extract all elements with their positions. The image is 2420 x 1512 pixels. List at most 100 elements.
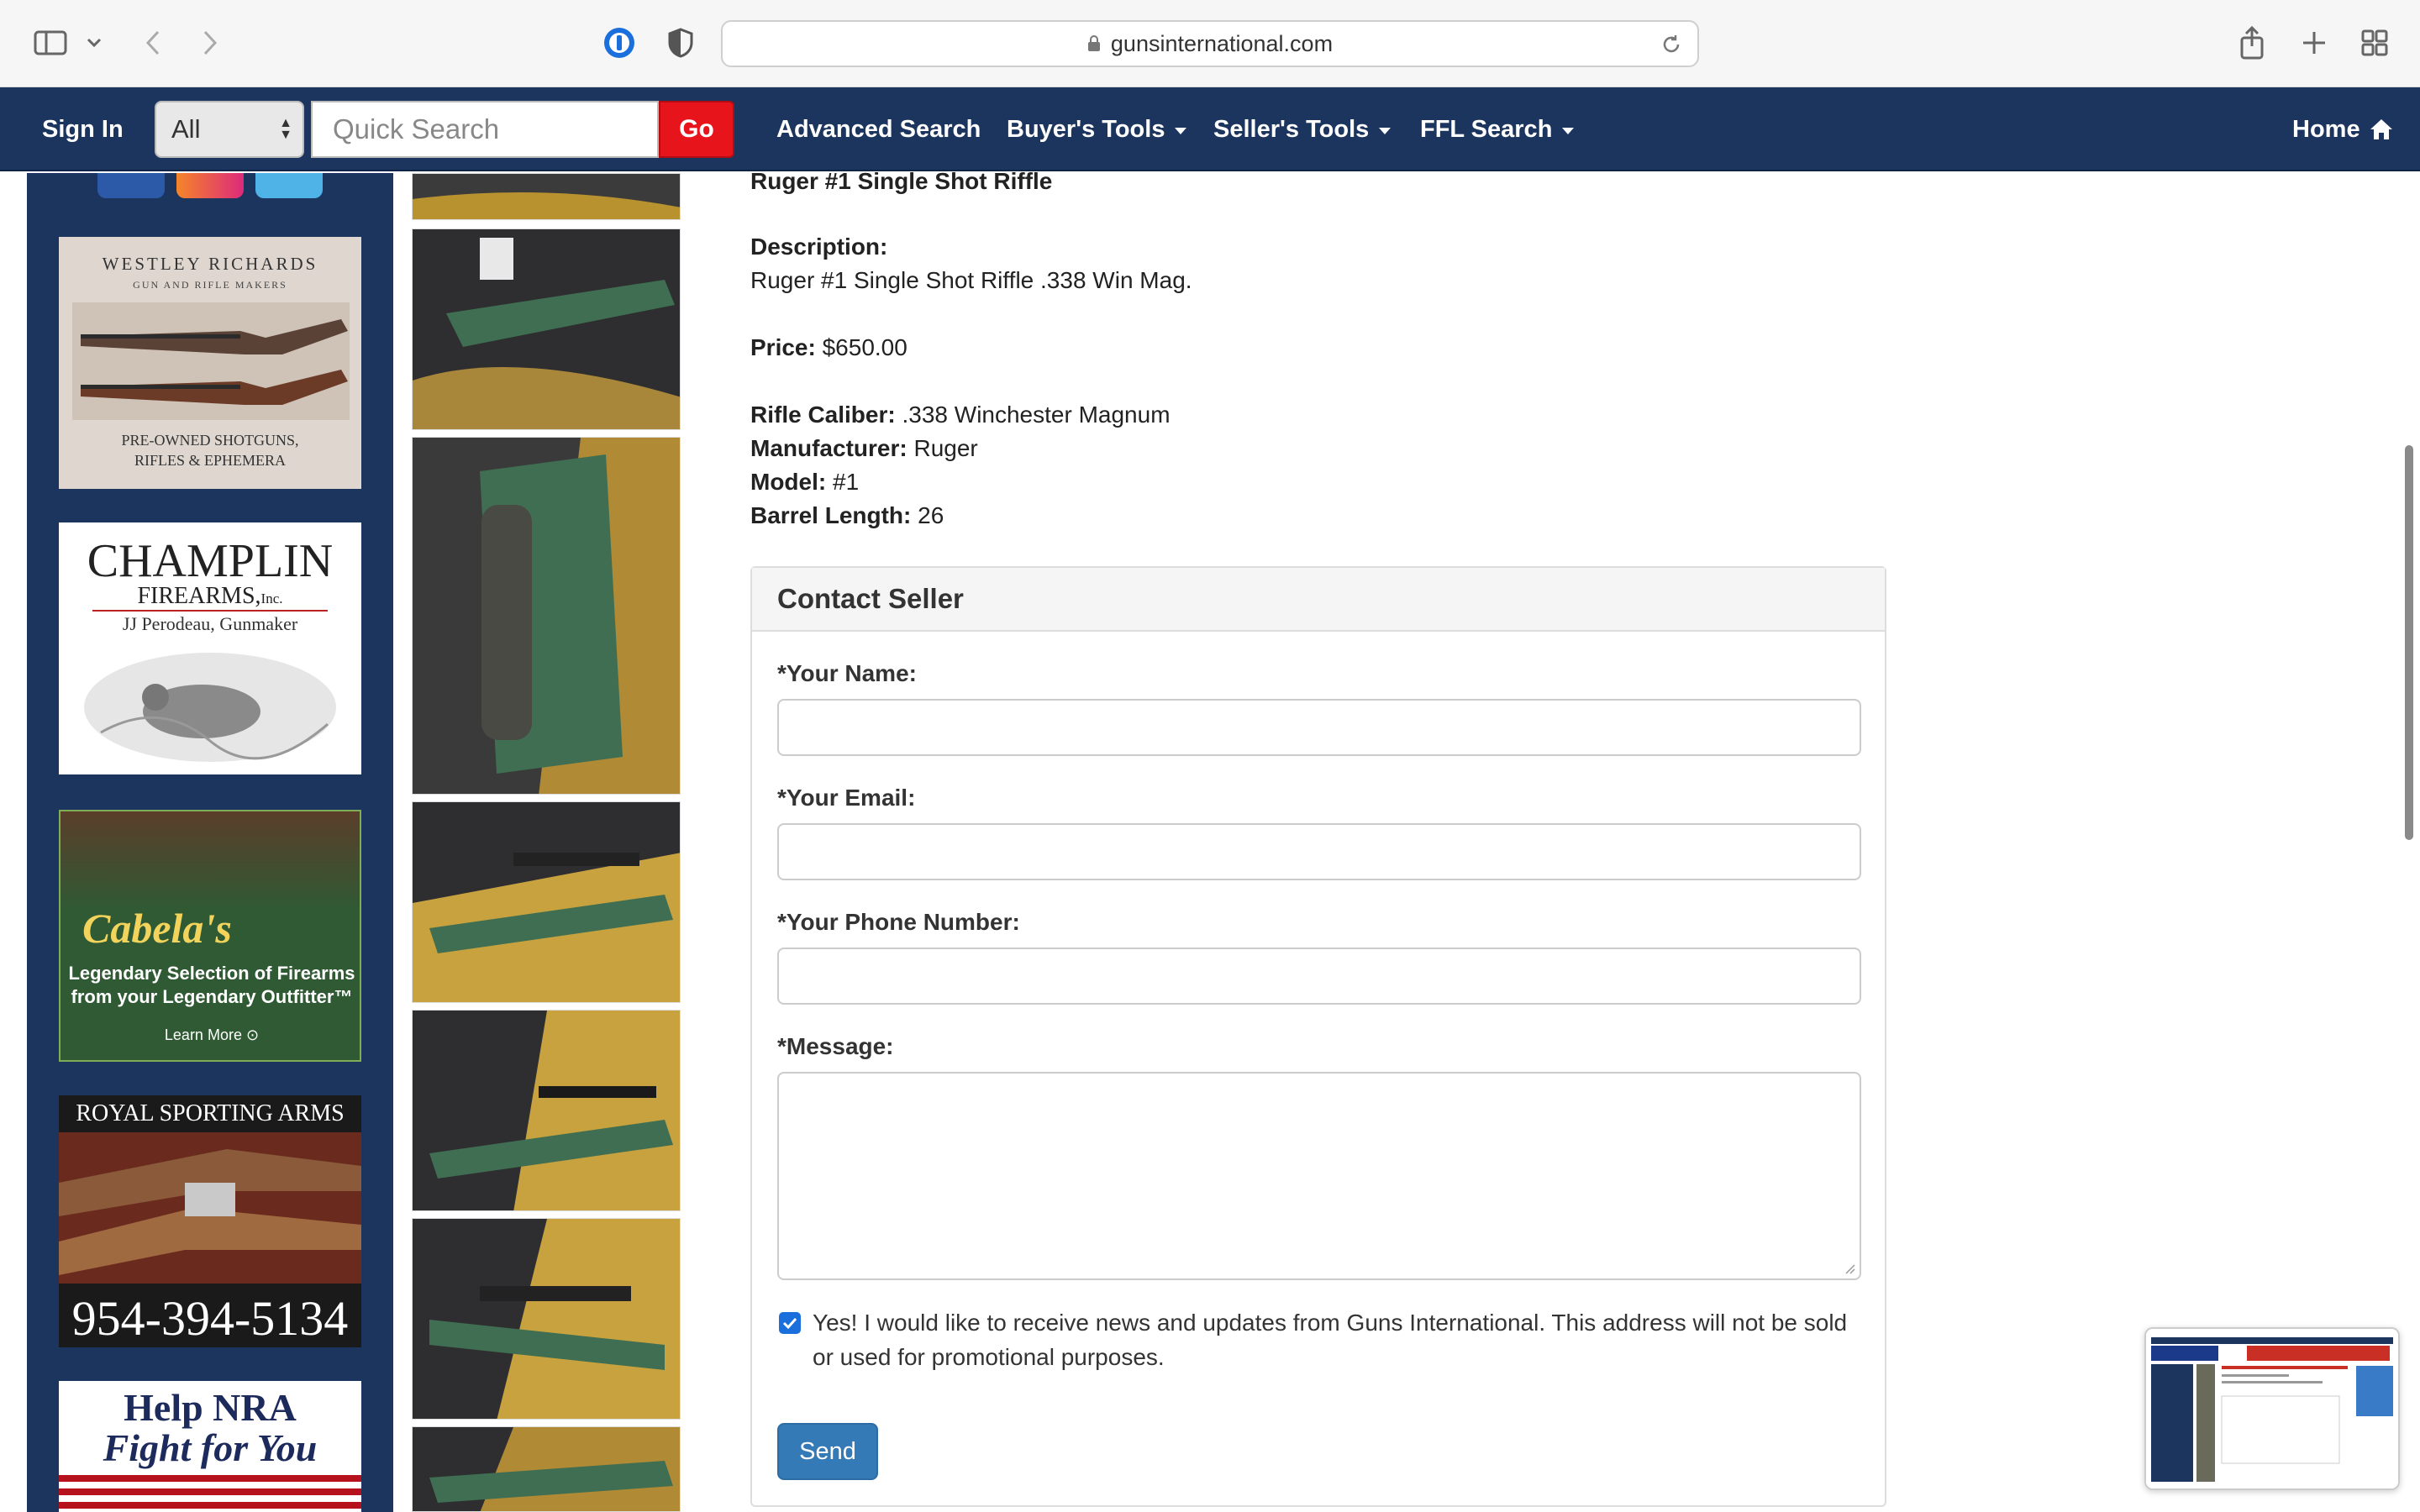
newsletter-optin-text: Yes! I would like to receive news and up… [813, 1310, 1848, 1370]
photo-thumbnail[interactable] [412, 1010, 681, 1211]
manufacturer-row: Manufacturer: Ruger [750, 432, 978, 465]
barrel-row: Barrel Length: 26 [750, 499, 944, 533]
ad-line1: Legendary Selection of Firearms [68, 963, 355, 984]
email-field[interactable] [777, 823, 1861, 880]
ad-cta: Learn More ⊙ [60, 1026, 360, 1044]
model-row: Model: #1 [750, 465, 859, 499]
ad-title: CHAMPLIN [87, 535, 334, 587]
category-select-value: All [171, 114, 201, 144]
photo-thumbnail[interactable] [412, 437, 681, 795]
photo-thumbnail[interactable] [412, 1426, 681, 1512]
name-label: *Your Name: [777, 660, 917, 686]
newsletter-checkbox[interactable] [779, 1312, 801, 1334]
flag-stripes [59, 1475, 361, 1512]
ad-maker: JJ Perodeau, Gunmaker [122, 613, 298, 634]
play-circle-icon: ⊙ [245, 1026, 260, 1043]
message-label: *Message: [777, 1033, 894, 1059]
twitter-icon[interactable] [255, 173, 323, 198]
ffl-search-label: FFL Search [1420, 115, 1553, 143]
price-value: $650.00 [822, 334, 908, 360]
divider [92, 610, 328, 612]
ad-title: WESTLEY RICHARDS [102, 254, 318, 274]
browser-toolbar: gunsinternational.com [0, 0, 2420, 87]
resize-handle-icon[interactable] [1844, 1263, 1856, 1275]
reload-icon[interactable] [1660, 34, 1682, 60]
home-link[interactable]: Home [2292, 87, 2394, 171]
champlin-firearms-ad[interactable]: CHAMPLIN FIREARMS,Inc. JJ Perodeau, Gunm… [59, 522, 361, 774]
nra-ad[interactable]: Help NRA Fight for You [59, 1381, 361, 1512]
caret-down-icon [1562, 128, 1575, 134]
ad-line2: from your Legendary Outfitter™ [71, 986, 353, 1007]
quick-search-input[interactable]: Quick Search [311, 101, 659, 158]
photo-thumbnail[interactable] [412, 228, 681, 430]
forward-arrow-icon[interactable] [198, 24, 222, 62]
chevron-down-icon[interactable] [84, 24, 104, 62]
listing-title: Ruger #1 Single Shot Riffle [750, 168, 1053, 194]
ad-line2: Fight for You [103, 1426, 318, 1469]
price-row: Price: $650.00 [750, 331, 908, 365]
barrel-value: 26 [918, 502, 944, 528]
home-icon [2369, 118, 2394, 141]
ad-phone: 954-394-5134 [71, 1291, 349, 1346]
phone-label: *Your Phone Number: [777, 909, 1020, 935]
go-button[interactable]: Go [659, 101, 734, 158]
barrel-label: Barrel Length: [750, 502, 912, 528]
message-field[interactable] [777, 1072, 1861, 1280]
photo-thumbnail[interactable] [412, 1218, 681, 1420]
sign-in-link[interactable]: Sign In [42, 87, 124, 171]
home-label: Home [2292, 115, 2360, 143]
ad-title: ROYAL SPORTING ARMS [76, 1100, 345, 1126]
facebook-icon[interactable] [97, 173, 165, 198]
lock-icon [1087, 35, 1101, 52]
ad-footer-line2: RIFLES & EPHEMERA [134, 452, 287, 469]
caliber-row: Rifle Caliber: .338 Winchester Magnum [750, 398, 1171, 432]
buyers-tools-menu[interactable]: Buyer's Tools [1007, 87, 1187, 171]
left-sidebar: WESTLEY RICHARDS GUN AND RIFLE MAKERS PR… [27, 173, 393, 1512]
tab-overview-icon[interactable] [2360, 24, 2390, 62]
share-icon[interactable] [2237, 24, 2267, 62]
name-field[interactable] [777, 699, 1861, 756]
caliber-label: Rifle Caliber: [750, 402, 896, 428]
ad-line1: Help NRA [124, 1386, 297, 1429]
checkmark-icon [782, 1317, 797, 1329]
westley-richards-ad[interactable]: WESTLEY RICHARDS GUN AND RIFLE MAKERS PR… [59, 237, 361, 489]
back-arrow-icon[interactable] [141, 24, 165, 62]
url-text: gunsinternational.com [1110, 30, 1334, 56]
new-tab-icon[interactable] [2299, 24, 2329, 62]
price-label: Price: [750, 334, 816, 360]
address-bar[interactable]: gunsinternational.com [721, 20, 1699, 67]
caret-down-icon [1175, 128, 1187, 134]
ad-title: Cabela's [82, 905, 232, 952]
bird-engraving-image [84, 653, 336, 762]
ffl-search-menu[interactable]: FFL Search [1420, 87, 1575, 171]
password-manager-icon[interactable] [602, 24, 637, 62]
model-label: Model: [750, 469, 827, 495]
royal-sporting-arms-ad[interactable]: ROYAL SPORTING ARMS 954-394-5134 [59, 1095, 361, 1347]
description-label: Description: [750, 234, 888, 260]
caret-down-icon [1379, 128, 1392, 134]
ad-subtitle-main: FIREARMS, [137, 583, 261, 609]
contact-seller-panel: Contact Seller *Your Name: *Your Email: … [750, 566, 1886, 1507]
sellers-tools-menu[interactable]: Seller's Tools [1213, 87, 1392, 171]
instagram-icon[interactable] [176, 173, 244, 198]
cabelas-ad[interactable]: Cabela's Legendary Selection of Firearms… [59, 810, 361, 1062]
ad-subtitle: FIREARMS,Inc. [59, 583, 361, 610]
ad-subtitle-inc: Inc. [260, 591, 283, 606]
phone-field[interactable] [777, 948, 1861, 1005]
contact-seller-heading: Contact Seller [752, 568, 1885, 632]
page-scrollbar[interactable] [2405, 445, 2413, 840]
photo-thumbnail[interactable] [412, 173, 681, 220]
model-value: #1 [833, 469, 860, 495]
sidebar-toggle-icon[interactable] [32, 24, 69, 62]
page-preview-thumbnail[interactable] [2144, 1327, 2400, 1490]
category-select[interactable]: All ▲ ▼ [155, 101, 304, 158]
privacy-shield-icon[interactable] [664, 24, 697, 62]
advanced-search-link[interactable]: Advanced Search [776, 87, 981, 171]
photo-thumbnail[interactable] [412, 801, 681, 1003]
description-value: Ruger #1 Single Shot Riffle .338 Win Mag… [750, 267, 1192, 293]
send-button[interactable]: Send [777, 1423, 878, 1480]
select-arrows-icon: ▲ ▼ [279, 116, 292, 142]
shotgun-image [72, 302, 350, 420]
sellers-tools-label: Seller's Tools [1213, 115, 1370, 143]
ad-footer-line1: PRE-OWNED SHOTGUNS, [121, 432, 299, 449]
